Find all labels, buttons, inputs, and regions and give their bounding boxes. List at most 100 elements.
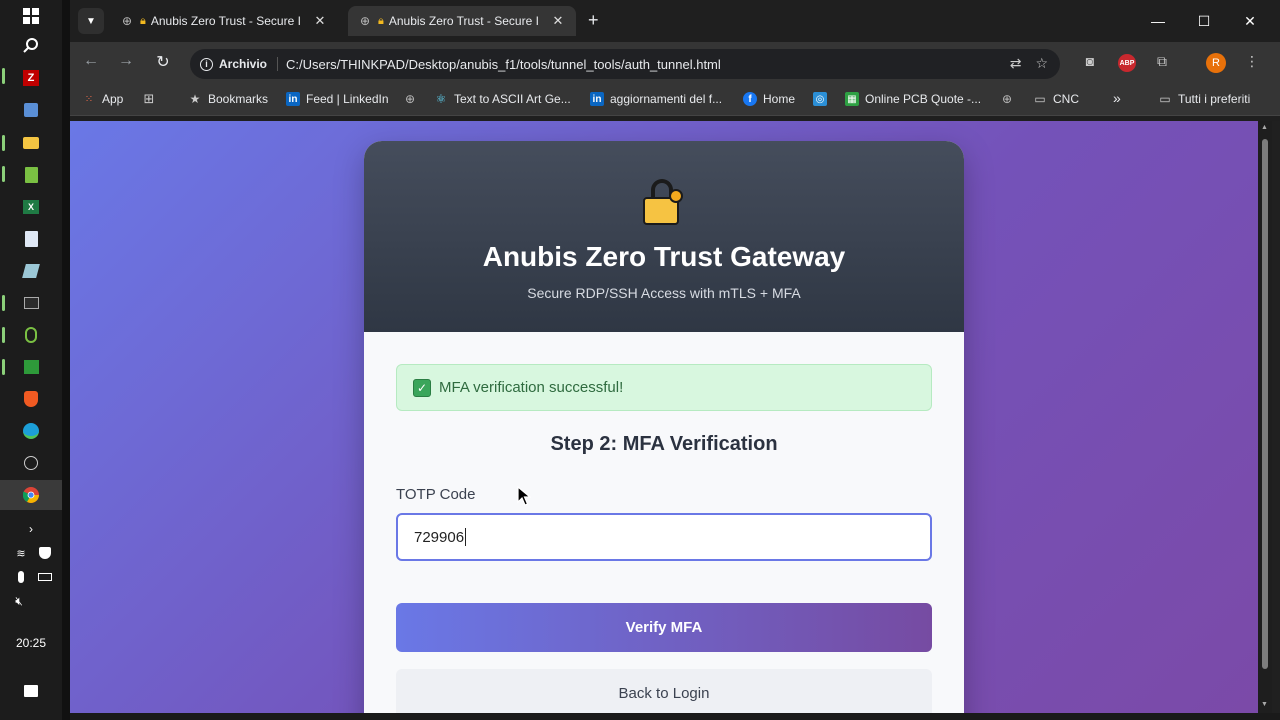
taskbar-running-marker	[2, 68, 5, 84]
minimize-icon[interactable]: —	[1135, 8, 1181, 34]
bookmark-bookmarks[interactable]: ★ Bookmarks	[188, 92, 268, 106]
terminal-icon[interactable]	[20, 292, 42, 314]
verify-mfa-button[interactable]: Verify MFA	[396, 603, 932, 652]
bookmark-linkedin[interactable]: in Feed | LinkedIn	[286, 92, 389, 106]
check-icon: ✓	[413, 378, 431, 397]
browser-toolbar: ← → ↻ i Archivio C:/Users/THINKPAD/Deskt…	[70, 42, 1280, 84]
network-icon[interactable]	[20, 99, 42, 121]
sketch-icon[interactable]	[20, 260, 42, 282]
menu-kebab-icon[interactable]: ⋮	[1242, 53, 1262, 70]
taskbar-running-marker	[2, 135, 5, 151]
bookmark-aggiornamenti[interactable]: in aggiornamenti del f...	[590, 92, 722, 106]
tab-groups-icon: ⊞	[143, 91, 155, 106]
chrome-icon[interactable]	[20, 484, 42, 506]
search-icon[interactable]	[20, 34, 42, 56]
battery-icon[interactable]	[36, 566, 54, 588]
bookmarks-bar: ⁙ App ⊞ ★ Bookmarks in Feed | LinkedIn ⊕ ⚛ T…	[70, 84, 1280, 116]
security-shield-icon[interactable]	[36, 542, 54, 564]
profile-avatar[interactable]: R	[1206, 53, 1226, 73]
step-title: Step 2: MFA Verification	[550, 433, 778, 455]
tab-anubis-2[interactable]: ⊕ 🔒︎ Anubis Zero Trust - Secure I ✕	[348, 6, 576, 36]
back-icon[interactable]: ←	[80, 52, 102, 74]
excel-icon[interactable]: X	[20, 196, 42, 218]
close-tab-icon[interactable]: ✕	[312, 13, 328, 29]
scroll-thumb[interactable]	[1262, 139, 1268, 669]
url-text[interactable]: C:/Users/THINKPAD/Desktop/anubis_f1/tool…	[286, 57, 721, 72]
page-subtitle: Secure RDP/SSH Access with mTLS + MFA	[527, 285, 801, 301]
bookmark-cnc[interactable]: ▭ CNC	[1033, 92, 1079, 106]
wifi-icon[interactable]: ≋	[12, 542, 30, 564]
site-icon: ◎	[813, 92, 827, 106]
adblock-icon[interactable]: ABP	[1118, 54, 1136, 72]
background-window-edge	[1272, 121, 1280, 713]
address-bar[interactable]: i Archivio C:/Users/THINKPAD/Desktop/anu…	[190, 49, 1060, 79]
extensions-icon[interactable]: ⧉	[1152, 53, 1172, 70]
scroll-up-icon[interactable]: ▲	[1261, 124, 1268, 131]
bookmark-all-favorites[interactable]: ▭ Tutti i preferiti	[1158, 92, 1250, 106]
new-tab-icon[interactable]: +	[588, 10, 599, 31]
bookmark-ascii-art[interactable]: ⚛ Text to ASCII Art Ge...	[434, 92, 571, 106]
page-scrollbar[interactable]: ▲ ▼	[1258, 121, 1272, 713]
taskbar-clock[interactable]: 20:25	[0, 636, 62, 650]
notifications-icon[interactable]	[20, 680, 42, 702]
tab-search-button[interactable]: ▼	[78, 8, 104, 34]
calculator-icon[interactable]	[20, 228, 42, 250]
lock-icon: 🔒︎	[378, 14, 384, 27]
back-to-login-button[interactable]: Back to Login	[396, 669, 932, 713]
volume-mute-icon[interactable]: 🔇︎	[10, 590, 28, 612]
maximize-icon[interactable]: ☐	[1181, 8, 1227, 34]
bookmark-app[interactable]: ⁙ App	[82, 92, 124, 106]
react-icon: ⚛	[435, 92, 447, 106]
close-tab-icon[interactable]: ✕	[550, 13, 566, 29]
bookmark-globe-2[interactable]: ⊕	[1000, 92, 1020, 106]
forward-icon[interactable]: →	[115, 52, 137, 74]
windows-start-icon[interactable]	[20, 5, 42, 27]
apps-grid-icon: ⁙	[84, 93, 94, 105]
globe-icon: ⊕	[121, 14, 133, 28]
scroll-down-icon[interactable]: ▼	[1261, 701, 1268, 708]
folder-icon: ▭	[1034, 92, 1046, 106]
card-header: Anubis Zero Trust Gateway Secure RDP/SSH…	[364, 141, 964, 332]
taskbar-running-marker	[2, 295, 5, 311]
lock-icon: 🔒︎	[140, 14, 146, 27]
translate-icon[interactable]: ⇄	[1010, 55, 1022, 72]
info-icon: i	[200, 57, 213, 71]
bookmark-grid[interactable]: ⊞	[142, 91, 162, 106]
browser-tabstrip: ▼ ⊕ 🔒︎ Anubis Zero Trust - Secure I ✕ ⊕ …	[70, 0, 1280, 42]
chevron-right-icon[interactable]: ›	[20, 518, 42, 540]
close-window-icon[interactable]: ✕	[1227, 8, 1273, 34]
filezilla-icon[interactable]: Z	[20, 67, 42, 89]
camera-icon[interactable]: ◙	[1080, 53, 1100, 69]
lock-key-icon	[641, 179, 687, 227]
totp-input[interactable]: 729906	[396, 513, 932, 561]
bar-chart-icon[interactable]	[20, 356, 42, 378]
site-info-chip[interactable]: i Archivio	[200, 57, 279, 71]
bookmarks-overflow[interactable]: »	[1113, 90, 1121, 106]
windows-taskbar: Z X › ≋ 🔇︎ 20:25	[0, 0, 62, 720]
brave-icon[interactable]	[20, 388, 42, 410]
notepad-icon[interactable]	[20, 164, 42, 186]
tab-anubis-1[interactable]: ⊕ 🔒︎ Anubis Zero Trust - Secure I ✕	[110, 6, 338, 36]
text-caret	[465, 528, 467, 546]
edge-icon[interactable]	[20, 420, 42, 442]
bookmark-home[interactable]: f Home	[743, 92, 795, 106]
file-explorer-icon[interactable]	[20, 132, 42, 154]
card-body: ✓ MFA verification successful! Step 2: M…	[364, 332, 964, 713]
globe-icon: ⊕	[359, 14, 371, 28]
bookmark-star-icon[interactable]: ☆	[1035, 55, 1048, 72]
reload-icon[interactable]: ↻	[152, 52, 174, 74]
totp-label: TOTP Code	[396, 486, 476, 503]
pcb-icon: ▦	[845, 92, 859, 106]
microphone-icon[interactable]	[12, 566, 30, 588]
auth-card: Anubis Zero Trust Gateway Secure RDP/SSH…	[364, 141, 964, 713]
bookmark-pcb-quote[interactable]: ▦ Online PCB Quote -...	[845, 92, 981, 106]
window-bottom-edge	[70, 713, 1280, 720]
paperclip-icon[interactable]	[20, 324, 42, 346]
globe-icon: ⊕	[1001, 92, 1013, 106]
bookmark-globe[interactable]: ⊕	[403, 92, 423, 106]
tab-title: Anubis Zero Trust - Secure I	[388, 14, 539, 28]
page-title: Anubis Zero Trust Gateway	[482, 241, 846, 272]
clock-app-icon[interactable]	[20, 452, 42, 474]
bookmark-site[interactable]: ◎	[813, 92, 833, 106]
page-viewport: Anubis Zero Trust Gateway Secure RDP/SSH…	[70, 121, 1258, 713]
